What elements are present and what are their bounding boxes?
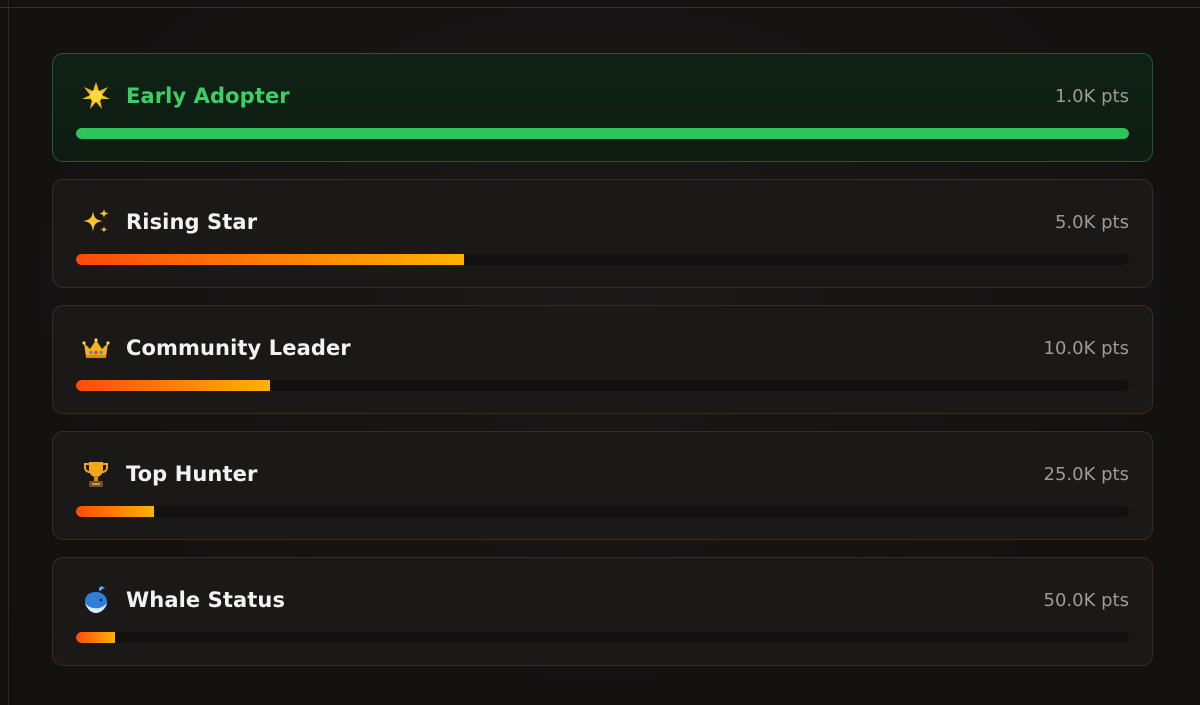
top-divider bbox=[0, 7, 1200, 8]
glowing-star-icon bbox=[80, 80, 112, 112]
progress-fill bbox=[76, 128, 1129, 139]
achievement-card-top-hunter[interactable]: Top Hunter 25.0K pts bbox=[52, 431, 1153, 540]
achievement-list: Early Adopter 1.0K pts Rising Star 5.0K … bbox=[52, 53, 1153, 683]
progress-fill bbox=[76, 380, 270, 391]
achievement-card-whale-status[interactable]: Whale Status 50.0K pts bbox=[52, 557, 1153, 666]
achievement-title: Community Leader bbox=[126, 336, 351, 360]
achievement-points: 1.0K pts bbox=[1054, 85, 1129, 107]
progress-fill bbox=[76, 632, 115, 643]
achievement-points: 10.0K pts bbox=[1043, 337, 1129, 359]
trophy-icon bbox=[80, 458, 112, 490]
progress-fill bbox=[76, 254, 464, 265]
achievement-points: 25.0K pts bbox=[1043, 463, 1129, 485]
progress-bar bbox=[76, 506, 1129, 517]
sparkles-icon bbox=[80, 206, 112, 238]
progress-bar bbox=[76, 128, 1129, 139]
crown-icon bbox=[80, 332, 112, 364]
achievement-title: Early Adopter bbox=[126, 84, 290, 108]
achievement-title: Rising Star bbox=[126, 210, 258, 234]
progress-bar bbox=[76, 632, 1129, 643]
left-divider bbox=[8, 0, 9, 705]
achievement-title: Top Hunter bbox=[126, 462, 258, 486]
achievement-card-rising-star[interactable]: Rising Star 5.0K pts bbox=[52, 179, 1153, 288]
progress-bar bbox=[76, 254, 1129, 265]
whale-icon bbox=[80, 584, 112, 616]
achievement-card-community-leader[interactable]: Community Leader 10.0K pts bbox=[52, 305, 1153, 414]
progress-bar bbox=[76, 380, 1129, 391]
achievement-points: 5.0K pts bbox=[1054, 211, 1129, 233]
achievement-points: 50.0K pts bbox=[1043, 589, 1129, 611]
achievements-panel: Early Adopter 1.0K pts Rising Star 5.0K … bbox=[0, 0, 1200, 705]
achievement-card-early-adopter[interactable]: Early Adopter 1.0K pts bbox=[52, 53, 1153, 162]
progress-fill bbox=[76, 506, 154, 517]
achievement-title: Whale Status bbox=[126, 588, 286, 612]
